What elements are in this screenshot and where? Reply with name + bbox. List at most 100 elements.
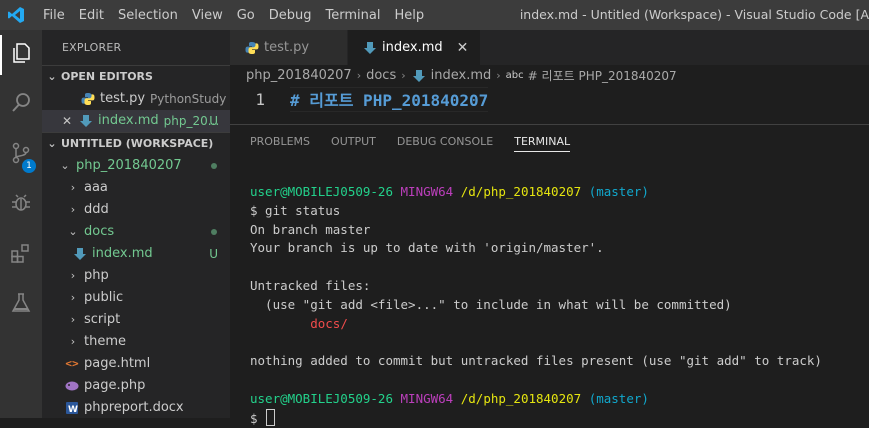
breadcrumb-subfolder[interactable]: docs [366, 65, 396, 87]
title-bar: File Edit Selection View Go Debug Termin… [0, 0, 869, 30]
bottom-panel: PROBLEMS OUTPUT DEBUG CONSOLE TERMINAL u… [230, 124, 869, 426]
markdown-file-icon [411, 69, 427, 83]
tab-debug-console[interactable]: DEBUG CONSOLE [397, 125, 493, 158]
terminal-line: Untracked files: [250, 277, 371, 293]
folder-item[interactable]: › public [42, 287, 230, 309]
python-file-icon [80, 92, 96, 106]
changes-badge: 1 [22, 159, 36, 173]
explorer-title: EXPLORER [62, 41, 122, 54]
string-symbol-icon: abc [505, 70, 524, 81]
terminal-blank [250, 258, 822, 277]
menu-bar: File Edit Selection View Go Debug Termin… [36, 8, 431, 23]
flask-icon [9, 291, 33, 319]
prompt-env: MINGW64 [400, 184, 454, 199]
open-editors-header[interactable]: ⌄ OPEN EDITORS [42, 65, 230, 88]
folder-item[interactable]: ⌄ docs [42, 221, 230, 243]
folder-item[interactable]: › php [42, 265, 230, 287]
chevron-right-icon: › [70, 181, 76, 194]
workspace-header[interactable]: ⌄ UNTITLED (WORKSPACE) [42, 132, 230, 155]
prompt-dollar: $ [250, 410, 258, 426]
markdown-file-icon [362, 41, 378, 55]
file-name: phpreport.docx [84, 400, 184, 415]
file-item[interactable]: index.md U [42, 243, 230, 265]
open-editor-item[interactable]: test.py PythonStudy [42, 88, 230, 110]
test-activity[interactable] [0, 285, 42, 325]
prompt-user: user@MOBILEJ0509-26 [250, 184, 393, 199]
menu-view[interactable]: View [185, 8, 230, 23]
explorer-activity[interactable] [0, 35, 42, 75]
svg-text:W: W [68, 405, 78, 415]
folder-name: theme [84, 334, 126, 349]
search-icon [9, 91, 33, 119]
chevron-down-icon: ⌄ [68, 225, 78, 238]
prompt-user: user@MOBILEJ0509-26 [250, 390, 393, 406]
tab-problems[interactable]: PROBLEMS [250, 125, 310, 158]
menu-go[interactable]: Go [230, 8, 262, 23]
editor-tabs: test.py index.md ✕ [230, 30, 869, 65]
folder-name: docs [84, 224, 115, 239]
folder-item[interactable]: › aaa [42, 177, 230, 199]
terminal-blank [250, 333, 822, 352]
file-item[interactable]: W phpreport.docx [42, 397, 230, 419]
terminal-line: On branch master [250, 221, 371, 237]
chevron-down-icon: ⌄ [47, 70, 57, 83]
folder-item[interactable]: › script [42, 309, 230, 331]
bug-icon [9, 191, 33, 219]
open-editor-desc: PythonStudy [150, 92, 227, 106]
vscode-logo-icon [3, 0, 29, 30]
menu-edit[interactable]: Edit [72, 8, 111, 23]
terminal-input-line[interactable]: $ [250, 408, 822, 428]
chevron-right-icon: › [70, 269, 76, 282]
folder-name: php_201840207 [76, 158, 182, 173]
terminal-output[interactable]: user@MOBILEJ0509-26 MINGW64 /d/php_20184… [250, 183, 822, 428]
code-line[interactable]: 1 # 리포트 PHP_201840207 [230, 87, 869, 112]
extensions-activity[interactable] [0, 235, 42, 275]
terminal-cursor [266, 408, 276, 426]
file-name: page.html [84, 356, 151, 371]
terminal-line: nothing added to commit but untracked fi… [250, 353, 822, 369]
folder-name: php [84, 268, 109, 283]
tab-output[interactable]: OUTPUT [331, 125, 376, 158]
markdown-file-icon [72, 247, 88, 261]
prompt-branch: (master) [588, 184, 649, 199]
modified-dot [211, 229, 217, 235]
breadcrumb-file[interactable]: index.md [431, 65, 492, 87]
explorer-sidebar: EXPLORER ⌄ OPEN EDITORS test.py PythonSt… [42, 30, 230, 418]
open-editor-item-active[interactable]: ✕ index.md php_20... U [42, 110, 230, 132]
menu-selection[interactable]: Selection [111, 8, 185, 23]
menu-file[interactable]: File [36, 8, 72, 23]
chevron-right-icon: › [70, 291, 76, 304]
panel-tabs: PROBLEMS OUTPUT DEBUG CONSOLE TERMINAL [230, 125, 869, 158]
breadcrumb-folder[interactable]: php_201840207 [246, 65, 352, 87]
tab-index-md[interactable]: index.md ✕ [348, 30, 482, 65]
close-icon[interactable]: ✕ [62, 110, 76, 132]
folder-item[interactable]: › theme [42, 331, 230, 353]
untracked-badge: U [209, 114, 218, 128]
workspace-label: UNTITLED (WORKSPACE) [61, 137, 214, 150]
tab-test-py[interactable]: test.py [230, 30, 349, 65]
source-control-activity[interactable]: 1 [0, 135, 42, 175]
menu-help[interactable]: Help [387, 8, 431, 23]
open-editor-name: index.md [98, 113, 159, 128]
terminal-command: $ git status [250, 202, 341, 218]
file-item[interactable]: <> page.html [42, 353, 230, 375]
debug-activity[interactable] [0, 185, 42, 225]
search-activity[interactable] [0, 85, 42, 125]
tab-terminal[interactable]: TERMINAL [514, 125, 570, 158]
menu-debug[interactable]: Debug [262, 8, 319, 23]
files-icon [9, 41, 33, 69]
prompt-env: MINGW64 [400, 390, 454, 406]
folder-root[interactable]: ⌄ php_201840207 [42, 155, 230, 177]
close-tab-icon[interactable]: ✕ [457, 40, 469, 56]
python-file-icon [244, 41, 260, 55]
terminal-prompt-line: user@MOBILEJ0509-26 MINGW64 /d/php_20184… [250, 183, 822, 202]
terminal-line: Your branch is up to date with 'origin/m… [250, 240, 604, 256]
file-item[interactable]: page.php [42, 375, 230, 397]
file-name: index.md [92, 246, 153, 261]
menu-terminal[interactable]: Terminal [319, 8, 388, 23]
folder-item[interactable]: › ddd [42, 199, 230, 221]
modified-dot [211, 163, 217, 169]
breadcrumb-symbol[interactable]: # 리포트 PHP_201840207 [528, 65, 677, 87]
line-content[interactable]: # 리포트 PHP_201840207 [290, 87, 489, 112]
chevron-right-icon: › [356, 69, 362, 82]
